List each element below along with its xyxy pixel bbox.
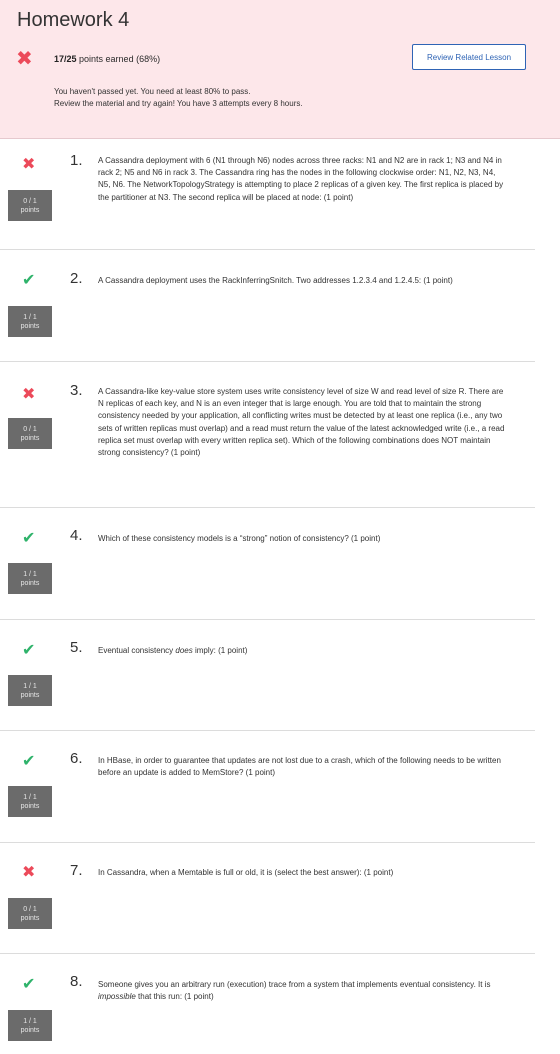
points-badge: 0 / 1 points: [8, 190, 52, 221]
result-banner: Homework 4 ✖ 17/25 points earned (68%) R…: [0, 0, 560, 139]
points-badge: 1 / 1 points: [8, 786, 52, 817]
fail-x-icon: ✖: [16, 48, 33, 70]
score-suffix: points earned (68%): [76, 54, 161, 64]
correct-check-icon: ✔: [22, 976, 36, 993]
score-summary: 17/25 points earned (68%): [54, 54, 160, 64]
question-text[interactable]: Which of these consistency models is a “…: [98, 533, 508, 545]
question-4: ✔ 1 / 1 points 4. Which of these consiste…: [0, 508, 535, 620]
wrong-x-icon: ✖: [22, 156, 36, 173]
question-6: ✔ 1 / 1 points 6. In HBase, in order to g…: [0, 731, 535, 843]
question-7: ✖ 0 / 1 points 7. In Cassandra, when a Me…: [0, 843, 535, 954]
question-number: 3.: [70, 382, 83, 399]
result-message: You haven't passed yet. You need at leas…: [54, 86, 303, 110]
review-related-lesson-button[interactable]: Review Related Lesson: [412, 44, 526, 70]
question-number: 5.: [70, 639, 83, 656]
question-text[interactable]: In Cassandra, when a Memtable is full or…: [98, 867, 508, 879]
wrong-x-icon: ✖: [22, 864, 36, 881]
message-line-2: Review the material and try again! You h…: [54, 99, 303, 108]
points-badge: 1 / 1 points: [8, 1010, 52, 1041]
correct-check-icon: ✔: [22, 642, 36, 659]
points-badge: 1 / 1 points: [8, 306, 52, 337]
question-number: 4.: [70, 527, 83, 544]
wrong-x-icon: ✖: [22, 386, 36, 403]
correct-check-icon: ✔: [22, 753, 36, 770]
points-badge: 0 / 1 points: [8, 418, 52, 449]
question-2: ✔ 1 / 1 points 2. A Cassandra deployment …: [0, 250, 535, 362]
points-badge: 1 / 1 points: [8, 675, 52, 706]
question-5: ✔ 1 / 1 points 5. Eventual consistency do…: [0, 620, 535, 731]
question-text[interactable]: Eventual consistency does imply: (1 poin…: [98, 645, 508, 657]
question-number: 8.: [70, 973, 83, 990]
question-text[interactable]: In HBase, in order to guarantee that upd…: [98, 755, 508, 779]
question-text[interactable]: A Cassandra deployment uses the RackInfe…: [98, 275, 508, 287]
question-text[interactable]: A Cassandra deployment with 6 (N1 throug…: [98, 155, 508, 204]
correct-check-icon: ✔: [22, 272, 36, 289]
question-number: 6.: [70, 750, 83, 767]
message-line-1: You haven't passed yet. You need at leas…: [54, 87, 251, 96]
question-number: 7.: [70, 862, 83, 879]
question-text[interactable]: A Cassandra-like key-value store system …: [98, 386, 508, 459]
points-badge: 0 / 1 points: [8, 898, 52, 929]
question-8: ✔ 1 / 1 points 8. Someone gives you an ar…: [0, 954, 535, 1054]
question-1: ✖ 0 / 1 points 1. A Cassandra deployment …: [0, 139, 535, 250]
page-title: Homework 4: [17, 9, 130, 31]
correct-check-icon: ✔: [22, 530, 36, 547]
question-text[interactable]: Someone gives you an arbitrary run (exec…: [98, 979, 508, 1003]
question-number: 1.: [70, 152, 83, 169]
points-badge: 1 / 1 points: [8, 563, 52, 594]
score-value: 17/25: [54, 54, 77, 64]
question-list: ✖ 0 / 1 points 1. A Cassandra deployment …: [0, 139, 560, 1054]
question-3: ✖ 0 / 1 points 3. A Cassandra-like key-va…: [0, 362, 535, 508]
question-number: 2.: [70, 270, 83, 287]
